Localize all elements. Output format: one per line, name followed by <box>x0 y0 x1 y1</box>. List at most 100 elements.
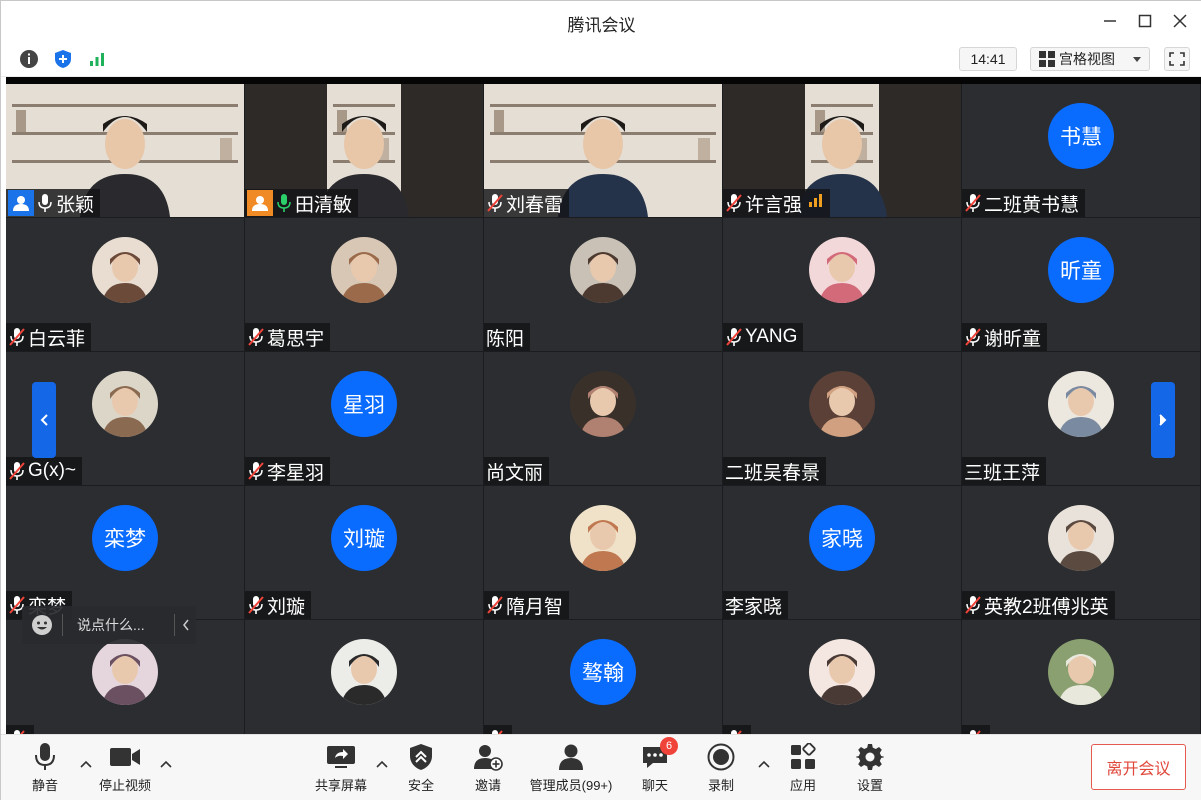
emoji-icon[interactable] <box>22 614 62 636</box>
mute-options-chevron-icon[interactable] <box>79 757 93 771</box>
participant-tile[interactable]: 栾梦栾梦 <box>6 486 244 619</box>
prev-page-button[interactable] <box>32 382 56 458</box>
grid-view-icon <box>1039 51 1055 67</box>
participant-nameplate: 刘璇 <box>245 591 312 619</box>
participant-name: 隋月智 <box>506 596 564 618</box>
stage-top-strip <box>6 77 1201 84</box>
participant-tile[interactable]: 英教2班傅兆英 <box>962 486 1200 619</box>
window-title: 腾讯会议 <box>567 16 636 35</box>
share-screen-button[interactable]: 共享屏幕 <box>313 741 369 797</box>
mic-muted-icon <box>486 192 504 214</box>
participant-name: 二班吴春景 <box>725 462 821 484</box>
participant-name: 李家晓 <box>725 596 783 618</box>
meeting-info-bar: 14:41 宫格视图 <box>1 41 1201 77</box>
invite-button[interactable]: 邀请 <box>468 741 508 797</box>
security-button[interactable]: 安全 <box>401 741 441 797</box>
participant-name: 葛思宇 <box>267 328 325 350</box>
participant-tile[interactable]: 陈阳 <box>484 218 722 351</box>
participant-tile[interactable]: YANG <box>723 218 961 351</box>
participant-tile[interactable]: 刘璇 刘璇 <box>245 486 483 619</box>
network-signal-icon[interactable] <box>85 47 109 71</box>
participant-nameplate: G(x)~ <box>6 457 83 485</box>
avatar <box>92 639 158 705</box>
participant-tile[interactable]: 昕童 谢昕童 <box>962 218 1200 351</box>
participant-tile[interactable]: 白云菲 <box>6 218 244 351</box>
video-options-chevron-icon[interactable] <box>159 757 173 771</box>
shield-icon <box>404 741 438 773</box>
avatar <box>331 639 397 705</box>
mute-button[interactable]: 静音 <box>25 741 65 797</box>
quick-chat-input[interactable]: 说点什么... <box>22 606 196 644</box>
participant-name: 刘春雷 <box>506 194 564 216</box>
participant-nameplate: 李家晓 <box>723 591 789 619</box>
participant-nameplate: 二班吴春景 <box>723 457 827 485</box>
title-bar: 腾讯会议 <box>1 1 1201 41</box>
participant-tile[interactable]: 隋月智 <box>484 486 722 619</box>
share-screen-icon <box>324 741 358 773</box>
participant-tile[interactable]: 许言强 <box>723 84 961 217</box>
avatar <box>92 371 158 437</box>
cohost-badge-icon <box>247 190 273 216</box>
close-icon[interactable] <box>1167 9 1193 33</box>
avatar: 家晓 <box>809 505 875 571</box>
info-icon[interactable] <box>17 47 41 71</box>
mic-muted-icon <box>247 326 265 348</box>
participant-nameplate <box>723 725 751 734</box>
participant-tile[interactable]: 田清敏 <box>245 84 483 217</box>
participant-tile[interactable] <box>245 620 483 734</box>
minimize-icon[interactable] <box>1097 9 1123 33</box>
settings-button[interactable]: 设置 <box>850 741 890 797</box>
participant-tile[interactable]: 尚文丽 <box>484 352 722 485</box>
maximize-icon[interactable] <box>1132 9 1158 33</box>
view-mode-label: 宫格视图 <box>1059 51 1115 67</box>
avatar <box>1048 639 1114 705</box>
chat-button[interactable]: 6 聊天 <box>635 737 678 797</box>
next-page-button[interactable] <box>1151 382 1175 458</box>
view-mode-dropdown[interactable]: 宫格视图 <box>1030 47 1150 71</box>
mic-muted-icon <box>964 594 982 616</box>
participant-nameplate <box>962 725 990 734</box>
fullscreen-icon <box>1169 52 1185 66</box>
fullscreen-button[interactable] <box>1164 47 1190 71</box>
avatar <box>809 237 875 303</box>
participant-name: 尚文丽 <box>486 462 544 484</box>
gear-icon <box>853 741 887 773</box>
participant-nameplate: 三班王萍 <box>962 457 1047 485</box>
participant-name: 李星羽 <box>267 462 325 484</box>
manage-members-button[interactable]: 管理成员(99+) <box>525 741 617 797</box>
host-badge-icon <box>8 190 34 216</box>
participant-tile[interactable]: 张颖 <box>6 84 244 217</box>
record-button[interactable]: 录制 <box>701 741 741 797</box>
participant-tile[interactable]: 骜翰 <box>484 620 722 734</box>
participant-nameplate: 刘春雷 <box>484 189 570 217</box>
participant-tile[interactable]: 星羽 李星羽 <box>245 352 483 485</box>
avatar <box>1048 371 1114 437</box>
participant-tile[interactable]: 葛思宇 <box>245 218 483 351</box>
mic-muted-icon <box>8 460 26 482</box>
participant-tile[interactable] <box>962 620 1200 734</box>
mic-muted-icon <box>486 594 504 616</box>
mic-muted-icon <box>964 326 982 348</box>
avatar: 刘璇 <box>331 505 397 571</box>
participant-tile[interactable]: 书慧 二班黄书慧 <box>962 84 1200 217</box>
stop-video-button[interactable]: 停止视频 <box>97 741 153 797</box>
participant-tile[interactable] <box>723 620 961 734</box>
participant-tile[interactable]: 刘春雷 <box>484 84 722 217</box>
meeting-window: 腾讯会议 14:41 宫格视图 张颖 田清敏 刘春雷 许言强 书慧 二班黄书慧 … <box>0 0 1201 800</box>
leave-meeting-button[interactable]: 离开会议 <box>1091 744 1186 790</box>
weak-signal-icon <box>808 192 824 214</box>
avatar: 昕童 <box>1048 237 1114 303</box>
participant-nameplate: 葛思宇 <box>245 323 331 351</box>
record-options-chevron-icon[interactable] <box>757 757 771 771</box>
avatar <box>570 505 636 571</box>
record-icon <box>704 741 738 773</box>
shield-icon[interactable] <box>51 47 75 71</box>
participant-tile[interactable]: 家晓李家晓 <box>723 486 961 619</box>
share-options-chevron-icon[interactable] <box>375 757 389 771</box>
avatar <box>570 371 636 437</box>
participant-nameplate <box>6 725 34 734</box>
collapse-chat-icon[interactable] <box>174 614 196 636</box>
participant-tile[interactable]: 二班吴春景 <box>723 352 961 485</box>
apps-button[interactable]: 应用 <box>783 741 823 797</box>
participant-name: 三班王萍 <box>964 462 1041 484</box>
